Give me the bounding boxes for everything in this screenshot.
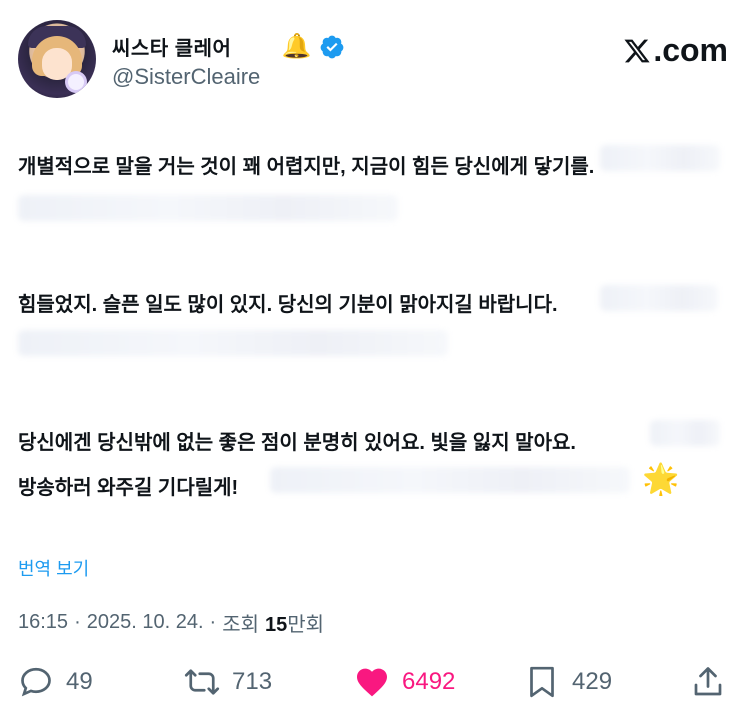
- bell-emoji-icon: 🔔: [281, 32, 312, 60]
- translate-link[interactable]: 번역 보기: [18, 555, 89, 581]
- bookmark-icon: [530, 666, 554, 698]
- action-bar: 49 713 6492 429: [18, 664, 732, 708]
- heart-icon: [357, 668, 387, 697]
- redacted-line: [18, 195, 398, 221]
- share-button[interactable]: [690, 664, 726, 700]
- bookmark-button[interactable]: 429: [524, 664, 612, 700]
- reply-count: 49: [66, 668, 93, 695]
- avatar[interactable]: [18, 20, 96, 98]
- bookmark-count: 429: [572, 668, 613, 695]
- tweet-line: 힘들었지. 슬픈 일도 많이 있지. 당신의 기분이 맑아지길 바랍니다.: [18, 294, 558, 316]
- tweet-date[interactable]: 2025. 10. 24.: [87, 611, 204, 634]
- name-row: 씨스타 클레어 🔔: [112, 32, 345, 61]
- tweet-header: 씨스타 클레어 🔔 @SisterCleaire .com: [18, 20, 732, 100]
- share-icon: [694, 667, 722, 696]
- tweet-line: 방송하러 와주길 기다릴게!: [18, 477, 239, 499]
- tweet-line: 당신에겐 당신밖에 없는 좋은 점이 분명히 있어요. 빛을 잃지 말아요.: [18, 432, 576, 454]
- tweet-line: 개별적으로 말을 거는 것이 꽤 어렵지만, 지금이 힘든 당신에게 닿기를.: [18, 156, 595, 178]
- x-logo-text: .com: [653, 32, 728, 68]
- display-name[interactable]: 씨스타 클레어: [112, 32, 231, 61]
- retweet-icon: [184, 669, 220, 695]
- x-logo-icon: [624, 39, 650, 62]
- reply-button[interactable]: 49: [18, 664, 93, 700]
- views-number: 15: [265, 614, 288, 636]
- views-unit: 만회: [287, 614, 325, 636]
- reply-icon: [21, 667, 51, 697]
- tweet-time[interactable]: 16:15: [18, 611, 68, 634]
- redacted-line: [18, 330, 448, 356]
- tweet-meta: 16:15 · 2025. 10. 24. · 조회 15만회: [18, 608, 324, 637]
- meta-separator: ·: [74, 611, 81, 633]
- verified-badge-icon[interactable]: [319, 34, 345, 60]
- avatar-face: [42, 48, 72, 80]
- x-com-logo: .com: [623, 32, 728, 69]
- views-count[interactable]: 15만회: [265, 608, 324, 637]
- star-emoji-icon: 🌟: [642, 463, 680, 496]
- like-button[interactable]: 6492: [354, 664, 455, 700]
- user-handle[interactable]: @SisterCleaire: [112, 64, 260, 90]
- like-count: 6492: [402, 668, 456, 695]
- avatar-flower: [68, 74, 84, 90]
- views-label: 조회: [222, 614, 259, 636]
- meta-separator: ·: [209, 611, 217, 633]
- retweet-button[interactable]: 713: [184, 664, 272, 700]
- retweet-count: 713: [232, 668, 273, 695]
